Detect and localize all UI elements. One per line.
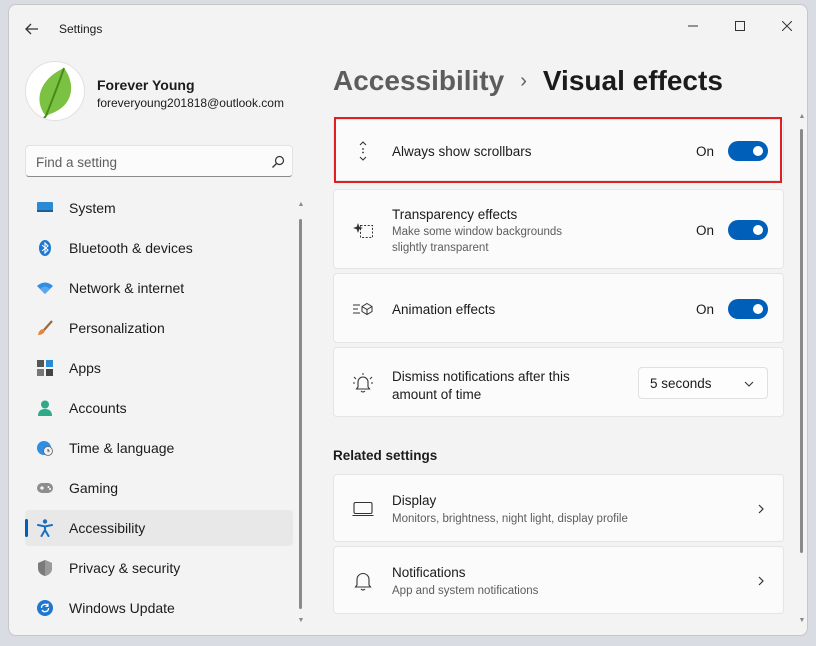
main-scrollbar[interactable]: ▲ ▼ [798, 113, 806, 629]
sidebar-item-accounts[interactable]: Accounts [25, 390, 293, 426]
setting-description: App and system notifications [392, 585, 539, 597]
sidebar-item-label: Time & language [69, 440, 175, 456]
title-bar: Settings [9, 5, 807, 51]
back-arrow-icon [25, 23, 38, 35]
brush-icon [37, 320, 53, 336]
accounts-icon [37, 400, 53, 416]
sidebar-item-gaming[interactable]: Gaming [25, 470, 293, 506]
sidebar-nav: System Bluetooth & devices Network & int… [25, 190, 293, 630]
globe-clock-icon [37, 440, 53, 456]
sidebar-item-windows-update[interactable]: Windows Update [25, 590, 293, 626]
sidebar-item-label: Personalization [69, 320, 165, 336]
sidebar-item-system[interactable]: System [25, 190, 293, 226]
bluetooth-icon [37, 240, 53, 256]
sidebar-item-accessibility[interactable]: Accessibility [25, 510, 293, 546]
notification-duration-dropdown[interactable]: 5 seconds [638, 367, 768, 399]
scroll-down-arrow-icon[interactable]: ▼ [798, 617, 806, 624]
minimize-icon [688, 25, 698, 27]
shield-icon [37, 560, 53, 576]
close-icon [782, 21, 792, 31]
close-button[interactable] [767, 11, 807, 41]
main-scroll-thumb[interactable] [800, 129, 803, 553]
page-title: Visual effects [542, 65, 723, 96]
breadcrumb: Accessibility › Visual effects [333, 61, 723, 101]
sidebar-item-label: Apps [69, 360, 101, 376]
toggle-state-label: On [696, 223, 715, 238]
bell-icon [352, 570, 374, 592]
scroll-up-arrow-icon[interactable]: ▲ [798, 113, 806, 120]
sidebar-scroll-thumb[interactable] [299, 219, 302, 609]
profile-name: Forever Young [97, 77, 195, 93]
sidebar-item-label: Windows Update [69, 600, 175, 616]
related-display[interactable]: Display Monitors, brightness, night ligh… [333, 474, 784, 542]
sidebar-item-time-language[interactable]: Time & language [25, 430, 293, 466]
highlight-box [334, 117, 782, 183]
scroll-down-arrow-icon[interactable]: ▼ [297, 617, 305, 625]
setting-title: Notifications [392, 565, 466, 580]
sidebar-item-label: Accessibility [69, 520, 146, 536]
chevron-right-icon [758, 576, 764, 586]
transparency-icon [352, 219, 374, 241]
chevron-right-icon [758, 504, 764, 514]
sidebar-item-label: Gaming [69, 480, 119, 496]
profile-email: foreveryoung201818@outlook.com [97, 96, 284, 110]
animation-icon [352, 298, 374, 320]
display-icon [352, 498, 374, 520]
gamepad-icon [37, 480, 53, 496]
scroll-up-arrow-icon[interactable]: ▲ [297, 201, 305, 209]
maximize-button[interactable] [720, 11, 760, 41]
sidebar-item-bluetooth[interactable]: Bluetooth & devices [25, 230, 293, 266]
settings-window: Settings Forever Young foreveryoung20181… [8, 4, 808, 636]
app-title: Settings [59, 22, 103, 36]
maximize-icon [735, 21, 745, 31]
setting-animation-effects[interactable]: Animation effects On [333, 273, 784, 343]
notification-timer-icon [352, 372, 374, 394]
toggle-state-label: On [696, 302, 715, 317]
related-settings-heading: Related settings [333, 448, 438, 463]
related-notifications[interactable]: Notifications App and system notificatio… [333, 546, 784, 614]
wifi-icon [37, 280, 53, 296]
system-icon [37, 200, 53, 216]
back-button[interactable] [19, 17, 45, 41]
setting-title: Transparency effects [392, 207, 518, 222]
transparency-toggle[interactable] [728, 220, 768, 240]
sidebar-item-label: Privacy & security [69, 560, 181, 576]
search-input[interactable] [36, 152, 256, 172]
sidebar-item-label: Bluetooth & devices [69, 240, 193, 256]
toggle-knob [753, 225, 763, 235]
search-box[interactable] [25, 145, 293, 177]
update-icon [37, 600, 53, 616]
breadcrumb-separator: › [520, 69, 527, 92]
setting-description: Make some window backgrounds slightly tr… [392, 226, 563, 254]
setting-title: Dismiss notifications after this amount … [392, 369, 570, 402]
accessibility-icon [37, 519, 53, 537]
setting-title: Animation effects [392, 302, 496, 317]
search-icon [272, 155, 285, 168]
setting-transparency-effects[interactable]: Transparency effects Make some window ba… [333, 189, 784, 269]
sidebar-item-label: Accounts [69, 400, 127, 416]
setting-dismiss-notifications[interactable]: Dismiss notifications after this amount … [333, 347, 784, 417]
toggle-knob [753, 304, 763, 314]
sidebar-item-personalization[interactable]: Personalization [25, 310, 293, 346]
chevron-down-icon [744, 381, 754, 387]
animation-toggle[interactable] [728, 299, 768, 319]
sidebar-item-privacy[interactable]: Privacy & security [25, 550, 293, 586]
breadcrumb-parent[interactable]: Accessibility [333, 65, 504, 97]
leaf-avatar-icon [39, 67, 72, 120]
minimize-button[interactable] [673, 11, 713, 41]
sidebar-item-apps[interactable]: Apps [25, 350, 293, 386]
sidebar-item-label: System [69, 200, 116, 216]
setting-description: Monitors, brightness, night light, displ… [392, 513, 628, 525]
sidebar-item-network[interactable]: Network & internet [25, 270, 293, 306]
dropdown-value: 5 seconds [650, 376, 712, 391]
avatar[interactable] [25, 61, 85, 121]
setting-title: Display [392, 493, 437, 508]
sidebar-item-label: Network & internet [69, 280, 185, 296]
sidebar-scrollbar[interactable]: ▲ ▼ [297, 201, 305, 625]
apps-icon [37, 360, 53, 376]
